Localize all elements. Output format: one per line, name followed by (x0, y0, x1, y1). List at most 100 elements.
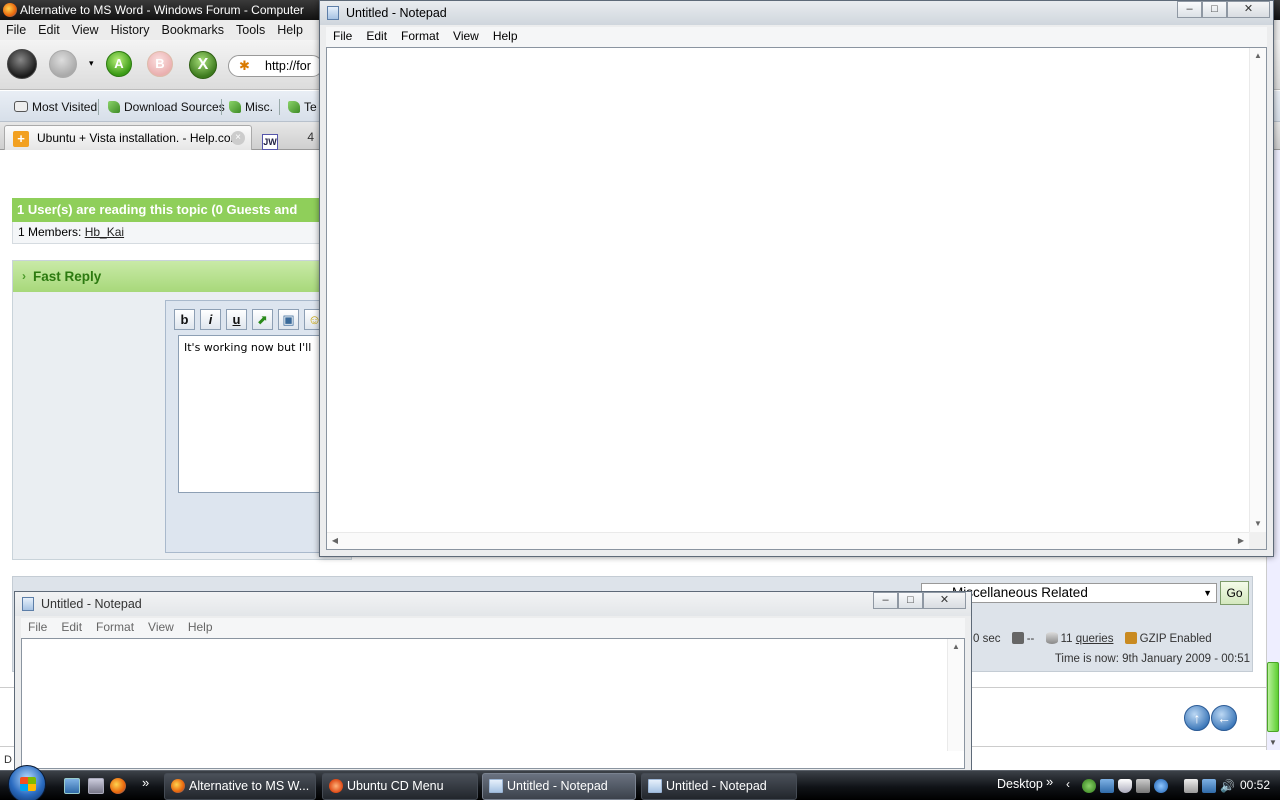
switch-windows-icon[interactable] (88, 778, 104, 794)
menu-format[interactable]: Format (89, 618, 141, 634)
menu-bookmarks[interactable]: Bookmarks (155, 20, 230, 37)
member-link[interactable]: Hb_Kai (85, 225, 124, 239)
bookmark-misc[interactable]: Misc. (229, 98, 273, 116)
menu-file[interactable]: File (21, 618, 54, 634)
underline-button[interactable]: u (226, 309, 247, 330)
horizontal-scrollbar[interactable]: ◀ ▶ (327, 532, 1249, 549)
notepad-window-front[interactable]: Untitled - Notepad – □ ✕ File Edit Format V… (319, 0, 1274, 557)
menu-file[interactable]: File (0, 20, 32, 37)
scroll-left-arrow-icon[interactable]: ◀ (327, 533, 343, 549)
browser-title: Alternative to MS Word - Windows Forum -… (20, 3, 304, 17)
menu-edit[interactable]: Edit (54, 618, 89, 634)
queries-link[interactable]: queries (1076, 633, 1114, 645)
menu-help[interactable]: Help (181, 618, 220, 634)
toolbar-x-button[interactable]: X (189, 51, 217, 79)
menu-help[interactable]: Help (486, 27, 525, 43)
close-button[interactable]: ✕ (923, 592, 966, 609)
bookmark-te[interactable]: Te (288, 98, 317, 116)
show-hidden-icons-icon[interactable]: ‹ (1066, 777, 1070, 791)
most-visited-icon (14, 101, 28, 112)
taskbar-item-notepad-1[interactable]: Untitled - Notepad (482, 773, 636, 800)
fast-reply-title[interactable]: Fast Reply (13, 261, 351, 292)
taskbar-item-ubuntu-cd-menu[interactable]: Ubuntu CD Menu (322, 773, 478, 800)
folder-icon (108, 101, 120, 113)
tab-close-icon[interactable]: × (231, 131, 245, 145)
globe-tray-icon[interactable] (1154, 779, 1168, 793)
scroll-up-arrow-icon[interactable]: ▲ (1250, 48, 1266, 64)
menu-view[interactable]: View (141, 618, 181, 634)
tab-jw[interactable]: JW 4 (258, 125, 318, 150)
tab-ubuntu-vista[interactable]: + Ubuntu + Vista installation. - Help.co… (4, 125, 252, 150)
insert-link-icon[interactable]: ⬈ (252, 309, 273, 330)
notepad-window-back[interactable]: Untitled - Notepad – □ ✕ File Edit Format V… (14, 591, 972, 776)
scroll-down-arrow-icon[interactable]: ▼ (1268, 738, 1278, 748)
desktop-toolbar-label[interactable]: Desktop (997, 777, 1043, 791)
firefox-quicklaunch-icon[interactable] (110, 778, 126, 794)
menu-tools[interactable]: Tools (230, 20, 271, 37)
display-tray-icon[interactable] (1136, 779, 1150, 793)
jw-icon: JW (262, 134, 278, 150)
network-tray-icon[interactable] (1202, 779, 1216, 793)
close-button[interactable]: ✕ (1227, 1, 1270, 18)
bookmark-separator (98, 99, 99, 115)
bookmark-most-visited[interactable]: Most Visited (14, 98, 97, 116)
vertical-scrollbar[interactable]: ▲ (947, 639, 964, 751)
menu-edit[interactable]: Edit (32, 20, 66, 37)
back-arrow-icon[interactable]: ← (1211, 705, 1237, 731)
show-desktop-icon[interactable] (64, 778, 80, 794)
insert-image-icon[interactable]: ▣ (278, 309, 299, 330)
start-button[interactable] (8, 765, 46, 800)
security-shield-tray-icon[interactable] (1118, 779, 1132, 793)
menu-help[interactable]: Help (271, 20, 309, 37)
network-sync-tray-icon[interactable] (1100, 779, 1114, 793)
menu-view[interactable]: View (446, 27, 486, 43)
minimize-button[interactable]: – (873, 592, 898, 609)
toolbar-b-button[interactable]: B (147, 51, 173, 77)
menu-file[interactable]: File (326, 27, 359, 43)
url-bar[interactable]: ✱ http://for (228, 55, 323, 77)
resize-grip-icon[interactable] (1249, 532, 1266, 549)
menu-format[interactable]: Format (394, 27, 446, 43)
taskbar-item-firefox[interactable]: Alternative to MS W... (164, 773, 316, 800)
notepad-icon (22, 597, 34, 611)
scrollbar-thumb[interactable] (1267, 662, 1279, 732)
menu-history[interactable]: History (105, 20, 156, 37)
messenger-tray-icon[interactable] (1082, 779, 1096, 793)
history-dropdown-icon[interactable]: ▾ (89, 59, 95, 68)
device-tray-icon[interactable] (1184, 779, 1198, 793)
menu-view[interactable]: View (66, 20, 105, 37)
volume-icon[interactable]: 🔊 (1220, 779, 1235, 793)
notepad-title: Untitled - Notepad (346, 6, 447, 20)
notepad-text-area[interactable]: ▲ ▼ ◀ ▶ (326, 47, 1267, 550)
notepad-icon (489, 779, 503, 793)
menu-edit[interactable]: Edit (359, 27, 394, 43)
toolbar-a-button[interactable]: A (106, 51, 132, 77)
back-button[interactable] (7, 49, 37, 79)
scroll-top-icon[interactable]: ↑ (1184, 705, 1210, 731)
quicklaunch-more-icon[interactable]: » (142, 775, 149, 790)
forward-button[interactable] (49, 50, 77, 78)
italic-button[interactable]: i (200, 309, 221, 330)
taskbar-clock[interactable]: 00:52 (1240, 778, 1270, 792)
taskbar-item-notepad-2[interactable]: Untitled - Notepad (641, 773, 797, 800)
maximize-button[interactable]: □ (1202, 1, 1227, 18)
tab-label: Ubuntu + Vista installation. - Help.com (37, 131, 241, 145)
notepad-menu-bar: File Edit Format View Help (21, 618, 965, 638)
notepad-title-bar[interactable]: Untitled - Notepad (15, 592, 971, 616)
notepad-text-area[interactable]: ▲ (21, 638, 965, 769)
desktop-toolbar-more-icon[interactable]: » (1046, 774, 1053, 789)
notepad-title-bar[interactable]: Untitled - Notepad (320, 1, 1273, 25)
bold-button[interactable]: b (174, 309, 195, 330)
tab-label: 4 (307, 130, 315, 144)
url-text: http://for (265, 59, 311, 73)
minimize-button[interactable]: – (1177, 1, 1202, 18)
maximize-button[interactable]: □ (898, 592, 923, 609)
bookmark-download-sources[interactable]: Download Sources (108, 98, 225, 116)
notepad-icon (648, 779, 662, 793)
go-button[interactable]: Go (1220, 581, 1249, 605)
scroll-right-arrow-icon[interactable]: ▶ (1233, 533, 1249, 549)
scroll-up-arrow-icon[interactable]: ▲ (948, 639, 964, 655)
stats-row: 0 sec -- 11 queries GZIP Enabled (973, 632, 1254, 645)
scroll-down-arrow-icon[interactable]: ▼ (1250, 516, 1266, 532)
vertical-scrollbar[interactable]: ▲ ▼ (1249, 48, 1266, 532)
